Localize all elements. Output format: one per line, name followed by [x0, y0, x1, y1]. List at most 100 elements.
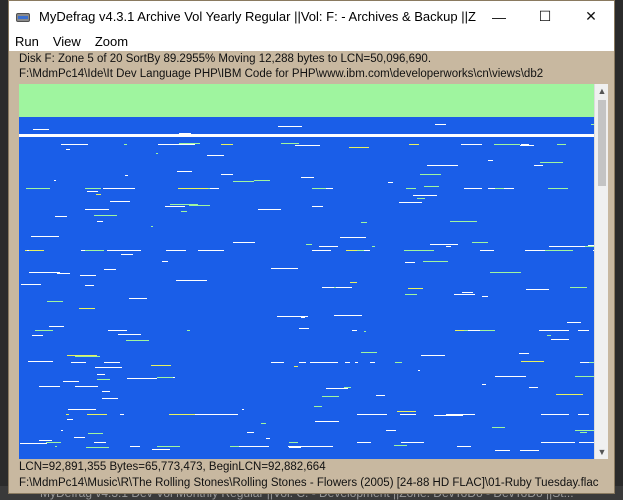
menu-run[interactable]: Run: [9, 34, 47, 49]
mydefrag-disk-icon: [15, 10, 31, 24]
map-fragment: [312, 188, 326, 189]
disk-map-canvas: [19, 84, 594, 459]
map-fragment: [578, 330, 588, 331]
map-fragment: [495, 450, 510, 451]
map-fragment: [151, 365, 171, 366]
map-fragment: [397, 411, 416, 412]
menu-view[interactable]: View: [47, 34, 89, 49]
map-fragment: [301, 177, 314, 178]
menu-zoom[interactable]: Zoom: [89, 34, 136, 49]
map-fragment: [46, 442, 61, 443]
map-fragment: [102, 391, 110, 392]
close-button[interactable]: ✕: [568, 1, 614, 32]
chevron-down-icon[interactable]: ▼: [595, 445, 609, 459]
map-fragment: [299, 362, 306, 363]
map-fragment: [529, 387, 538, 388]
map-fragment: [395, 362, 402, 363]
mydefrag-window: MyDefrag v4.3.1 Archive Vol Yearly Regul…: [8, 0, 615, 494]
map-fragment: [102, 398, 118, 399]
map-fragment: [177, 171, 192, 172]
map-fragment: [31, 236, 59, 237]
map-fragment: [462, 292, 473, 293]
map-fragment: [468, 330, 480, 331]
map-fragment: [28, 361, 53, 362]
map-fragment: [57, 273, 70, 274]
map-fragment: [521, 361, 544, 362]
map-fragment: [277, 316, 308, 317]
map-fragment: [68, 409, 96, 410]
map-fragment: [406, 188, 416, 189]
title-bar[interactable]: MyDefrag v4.3.1 Archive Vol Yearly Regul…: [9, 1, 614, 32]
map-fragment: [519, 353, 529, 354]
map-fragment: [344, 387, 351, 388]
chevron-up-icon[interactable]: ▲: [595, 84, 609, 98]
status-current-file: F:\MdmPc14\Music\R\The Rolling Stones\Ro…: [19, 477, 599, 489]
map-fragment: [318, 250, 331, 251]
map-fragment: [413, 195, 437, 196]
map-fragment: [346, 250, 357, 251]
map-fragment: [54, 180, 56, 181]
map-fragment: [334, 315, 362, 316]
map-fragment: [345, 362, 350, 363]
map-fragment: [480, 250, 494, 251]
map-fragment: [299, 328, 309, 329]
map-fragment: [571, 246, 586, 247]
map-fragment: [120, 414, 124, 415]
map-fragment: [482, 384, 486, 385]
map-fragment: [118, 334, 141, 335]
map-fragment: [400, 414, 416, 415]
map-fragment: [95, 367, 122, 368]
map-fragment: [575, 430, 594, 431]
map-fragment: [104, 362, 120, 363]
minimize-button[interactable]: —: [476, 1, 522, 32]
scrollbar-thumb[interactable]: [598, 100, 606, 186]
map-fragment: [74, 437, 85, 438]
map-fragment: [521, 144, 529, 145]
map-fragment: [548, 188, 568, 189]
vertical-scrollbar[interactable]: ▲ ▼: [594, 84, 608, 459]
map-fragment: [179, 133, 191, 134]
map-fragment: [520, 450, 539, 451]
map-fragment: [33, 129, 49, 130]
map-fragment: [127, 378, 157, 379]
map-fragment: [87, 191, 98, 192]
map-fragment: [394, 445, 407, 446]
status-progress: Disk F: Zone 5 of 20 SortBy 89.2955% Mov…: [19, 53, 432, 65]
map-fragment: [281, 143, 299, 144]
map-fragment: [239, 446, 269, 447]
map-fragment: [554, 442, 575, 443]
map-fragment: [322, 287, 352, 288]
map-fragment: [97, 374, 105, 375]
map-fragment: [580, 432, 587, 433]
menu-bar: Run View Zoom: [9, 32, 614, 51]
map-fragment: [158, 144, 188, 145]
map-fragment: [401, 442, 424, 443]
map-fragment: [217, 414, 238, 415]
map-fragment: [409, 144, 419, 145]
map-fragment: [289, 442, 298, 443]
window-title: MyDefrag v4.3.1 Archive Vol Yearly Regul…: [39, 9, 476, 24]
map-fragment: [221, 174, 233, 175]
map-fragment: [85, 250, 104, 251]
map-fragment: [49, 326, 64, 327]
map-fragment: [233, 242, 255, 243]
map-fragment: [21, 284, 41, 285]
disk-cluster-map[interactable]: [19, 84, 594, 459]
map-fragment: [152, 449, 170, 450]
map-fragment: [80, 275, 96, 276]
map-fragment: [176, 280, 207, 281]
map-fragment: [454, 294, 475, 295]
map-fragment: [181, 211, 187, 212]
map-fragment: [430, 244, 458, 245]
map-fragment: [121, 254, 133, 255]
map-fragment: [310, 362, 338, 363]
map-fragment: [520, 145, 534, 146]
map-fragment: [361, 352, 377, 353]
map-fragment: [247, 432, 254, 433]
map-fragment: [61, 144, 88, 145]
map-used-zone: [19, 84, 594, 117]
maximize-button[interactable]: ☐: [522, 1, 568, 32]
map-fragment: [85, 188, 101, 189]
map-fragment: [435, 124, 446, 125]
map-fragment: [242, 409, 244, 410]
